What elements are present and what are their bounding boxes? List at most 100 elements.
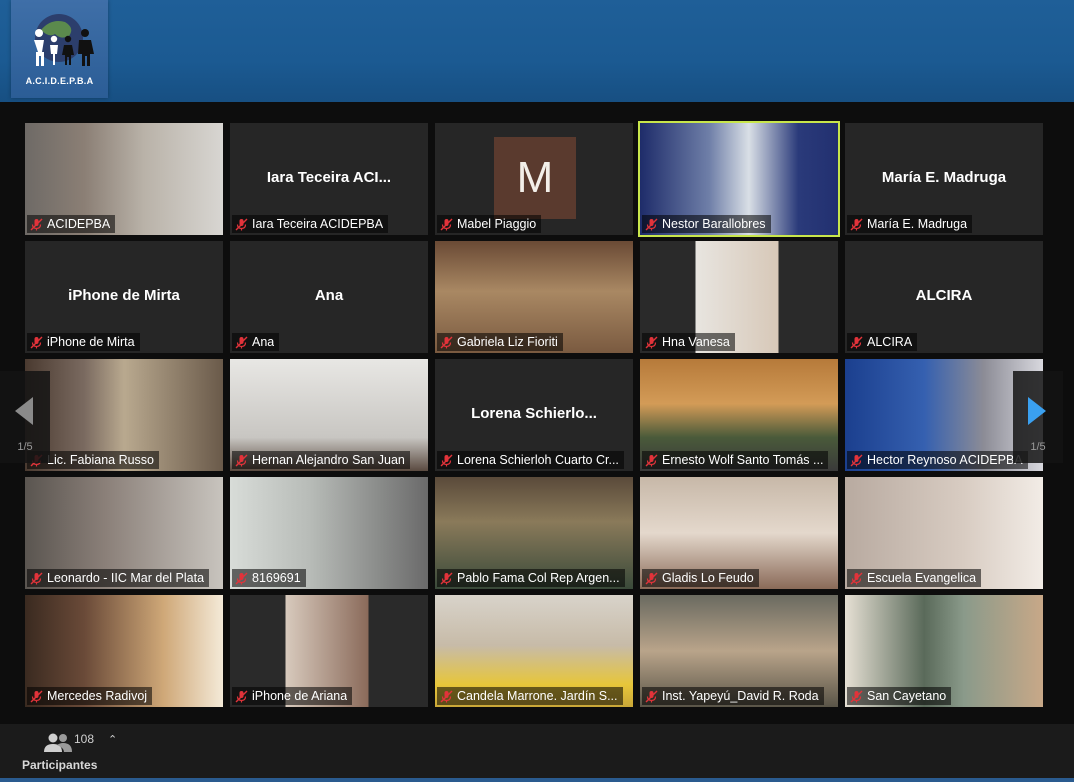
participant-name: iPhone de Mirta bbox=[47, 335, 135, 349]
participants-button[interactable]: 108 ⌃ Participantes bbox=[22, 728, 132, 772]
participant-display-name: ALCIRA bbox=[915, 287, 973, 304]
participant-name: Lorena Schierloh Cuarto Cr... bbox=[457, 453, 619, 467]
participant-tile[interactable]: Ana Ana bbox=[230, 241, 428, 353]
participant-name-label: Hernan Alejandro San Juan bbox=[232, 451, 410, 469]
participant-tile[interactable]: Iara Teceira ACI... Iara Teceira ACIDEPBA bbox=[230, 123, 428, 235]
muted-mic-icon bbox=[440, 336, 453, 348]
participant-tile[interactable]: San Cayetano bbox=[845, 595, 1043, 707]
participant-name-label: 8169691 bbox=[232, 569, 306, 587]
participant-name: Leonardo - IIC Mar del Plata bbox=[47, 571, 205, 585]
muted-mic-icon bbox=[235, 454, 248, 466]
participant-tile[interactable]: Lic. Fabiana Russo bbox=[25, 359, 223, 471]
muted-mic-icon bbox=[30, 690, 43, 702]
participant-name-label: María E. Madruga bbox=[847, 215, 973, 233]
acidepba-logo: A.C.I.D.E.P.B.A bbox=[11, 0, 108, 98]
muted-mic-icon bbox=[850, 454, 863, 466]
top-banner: A.C.I.D.E.P.B.A bbox=[0, 0, 1074, 102]
chevron-right-icon bbox=[1028, 397, 1046, 425]
muted-mic-icon bbox=[645, 572, 658, 584]
participant-display-name: iPhone de Mirta bbox=[68, 287, 180, 304]
muted-mic-icon bbox=[30, 218, 43, 230]
participant-tile[interactable]: Nestor Barallobres bbox=[638, 121, 840, 237]
chevron-left-icon bbox=[15, 397, 33, 425]
participant-tile[interactable]: ALCIRA ALCIRA bbox=[845, 241, 1043, 353]
participant-name-label: ACIDEPBA bbox=[27, 215, 116, 233]
participant-tile[interactable]: Escuela Evangelica bbox=[845, 477, 1043, 589]
muted-mic-icon bbox=[645, 454, 658, 466]
participant-name: Gabriela Liz Fioriti bbox=[457, 335, 558, 349]
participant-name: Lic. Fabiana Russo bbox=[47, 453, 155, 467]
muted-mic-icon bbox=[645, 218, 658, 230]
participant-name: Inst. Yapeyú_David R. Roda bbox=[662, 689, 819, 703]
page-indicator-right: 1/5 bbox=[1030, 441, 1046, 453]
participant-name: Mercedes Radivoj bbox=[47, 689, 148, 703]
muted-mic-icon bbox=[645, 336, 658, 348]
previous-page-button[interactable]: 1/5 bbox=[0, 371, 50, 463]
participant-tile[interactable]: Hernan Alejandro San Juan bbox=[230, 359, 428, 471]
participant-name-label: San Cayetano bbox=[847, 687, 952, 705]
participant-name-label: Ana bbox=[232, 333, 280, 351]
participant-name: Hector Reynoso ACIDEPBA bbox=[867, 453, 1023, 467]
participant-tile[interactable]: 8169691 bbox=[230, 477, 428, 589]
participant-name: Nestor Barallobres bbox=[662, 217, 766, 231]
muted-mic-icon bbox=[30, 336, 43, 348]
participant-name-label: Lorena Schierloh Cuarto Cr... bbox=[437, 451, 624, 469]
participant-name-label: Gabriela Liz Fioriti bbox=[437, 333, 563, 351]
muted-mic-icon bbox=[850, 218, 863, 230]
participant-name: Iara Teceira ACIDEPBA bbox=[252, 217, 384, 231]
participant-avatar: M bbox=[494, 137, 576, 219]
participant-tile[interactable]: Gladis Lo Feudo bbox=[640, 477, 838, 589]
video-grid: ACIDEPBA Iara Teceira ACI... Iara Teceira … bbox=[25, 121, 1043, 707]
participant-tile[interactable]: Hna Vanesa bbox=[640, 241, 838, 353]
participants-label: Participantes bbox=[22, 758, 98, 772]
participant-tile[interactable]: Lorena Schierlo... Lorena Schierloh Cuart… bbox=[435, 359, 633, 471]
muted-mic-icon bbox=[440, 572, 453, 584]
participant-name: Hernan Alejandro San Juan bbox=[252, 453, 405, 467]
participant-name-label: Pablo Fama Col Rep Argen... bbox=[437, 569, 625, 587]
participant-display-name: Ana bbox=[314, 287, 344, 304]
participant-name: ALCIRA bbox=[867, 335, 913, 349]
participant-name-label: Hna Vanesa bbox=[642, 333, 735, 351]
participant-display-name: Iara Teceira ACI... bbox=[266, 169, 392, 186]
muted-mic-icon bbox=[235, 572, 248, 584]
participant-tile[interactable]: María E. Madruga María E. Madruga bbox=[845, 123, 1043, 235]
participant-name: San Cayetano bbox=[867, 689, 947, 703]
bottom-strip bbox=[0, 778, 1074, 782]
muted-mic-icon bbox=[235, 218, 248, 230]
participant-name: 8169691 bbox=[252, 571, 301, 585]
participant-tile[interactable]: Gabriela Liz Fioriti bbox=[435, 241, 633, 353]
participant-name: Hna Vanesa bbox=[662, 335, 730, 349]
participant-tile[interactable]: Mercedes Radivoj bbox=[25, 595, 223, 707]
muted-mic-icon bbox=[440, 454, 453, 466]
participant-name-label: ALCIRA bbox=[847, 333, 918, 351]
muted-mic-icon bbox=[30, 572, 43, 584]
participant-name: Escuela Evangelica bbox=[867, 571, 977, 585]
muted-mic-icon bbox=[440, 690, 453, 702]
participant-tile[interactable]: M Mabel Piaggio bbox=[435, 123, 633, 235]
participant-tile[interactable]: Leonardo - IIC Mar del Plata bbox=[25, 477, 223, 589]
participant-name-label: Nestor Barallobres bbox=[642, 215, 771, 233]
participant-tile[interactable]: Pablo Fama Col Rep Argen... bbox=[435, 477, 633, 589]
participant-name-label: Candela Marrone. Jardín S... bbox=[437, 687, 623, 705]
participant-tile[interactable]: Ernesto Wolf Santo Tomás ... bbox=[640, 359, 838, 471]
participant-display-name: María E. Madruga bbox=[881, 169, 1007, 186]
participant-tile[interactable]: Candela Marrone. Jardín S... bbox=[435, 595, 633, 707]
muted-mic-icon bbox=[645, 690, 658, 702]
participant-name: María E. Madruga bbox=[867, 217, 968, 231]
participant-tile[interactable]: Inst. Yapeyú_David R. Roda bbox=[640, 595, 838, 707]
caret-up-icon[interactable]: ⌃ bbox=[108, 733, 117, 746]
participants-count: 108 bbox=[74, 732, 95, 746]
meeting-toolbar: 108 ⌃ Participantes bbox=[0, 724, 1074, 782]
participant-name-label: Hector Reynoso ACIDEPBA bbox=[847, 451, 1028, 469]
participant-tile[interactable]: ACIDEPBA bbox=[25, 123, 223, 235]
participant-tile[interactable]: iPhone de Ariana bbox=[230, 595, 428, 707]
participant-name-label: Mabel Piaggio bbox=[437, 215, 542, 233]
participant-tile[interactable]: iPhone de Mirta iPhone de Mirta bbox=[25, 241, 223, 353]
next-page-button[interactable]: 1/5 bbox=[1013, 371, 1063, 463]
participant-name: iPhone de Ariana bbox=[252, 689, 348, 703]
participant-name: Gladis Lo Feudo bbox=[662, 571, 754, 585]
logo-text: A.C.I.D.E.P.B.A bbox=[25, 76, 94, 86]
participant-name: ACIDEPBA bbox=[47, 217, 111, 231]
participant-name: Mabel Piaggio bbox=[457, 217, 537, 231]
page-indicator-left: 1/5 bbox=[17, 441, 33, 453]
